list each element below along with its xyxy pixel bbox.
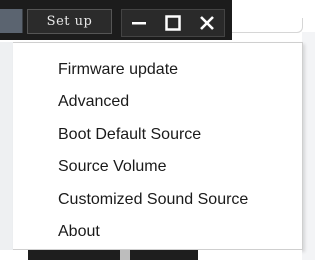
minimize-icon (130, 14, 148, 32)
menu-item-source-volume[interactable]: Source Volume (58, 153, 167, 181)
close-button[interactable] (194, 11, 220, 35)
menu-item-advanced[interactable]: Advanced (58, 88, 129, 116)
minimize-button[interactable] (126, 11, 152, 35)
bottom-dark-bar (28, 250, 198, 260)
app-screen: Set up Firmware update Advanced Boot Def… (0, 0, 315, 260)
menu-item-customized-sound-source[interactable]: Customized Sound Source (58, 186, 248, 214)
close-icon (198, 14, 216, 32)
setup-button[interactable]: Set up (27, 9, 112, 34)
title-bar: Set up (0, 0, 232, 40)
menu-item-firmware-update[interactable]: Firmware update (58, 56, 178, 84)
bottom-divider (120, 250, 130, 260)
menu-item-about[interactable]: About (58, 218, 100, 246)
maximize-button[interactable] (160, 11, 186, 35)
panel-border (232, 18, 303, 33)
background-strip (302, 0, 315, 260)
maximize-icon (164, 14, 182, 32)
menu-left-shade (0, 42, 13, 250)
titlebar-left-edge (0, 9, 23, 33)
setup-dropdown-menu: Firmware update Advanced Boot Default So… (13, 42, 303, 250)
menu-item-boot-default-source[interactable]: Boot Default Source (58, 121, 201, 149)
window-controls (121, 9, 225, 37)
